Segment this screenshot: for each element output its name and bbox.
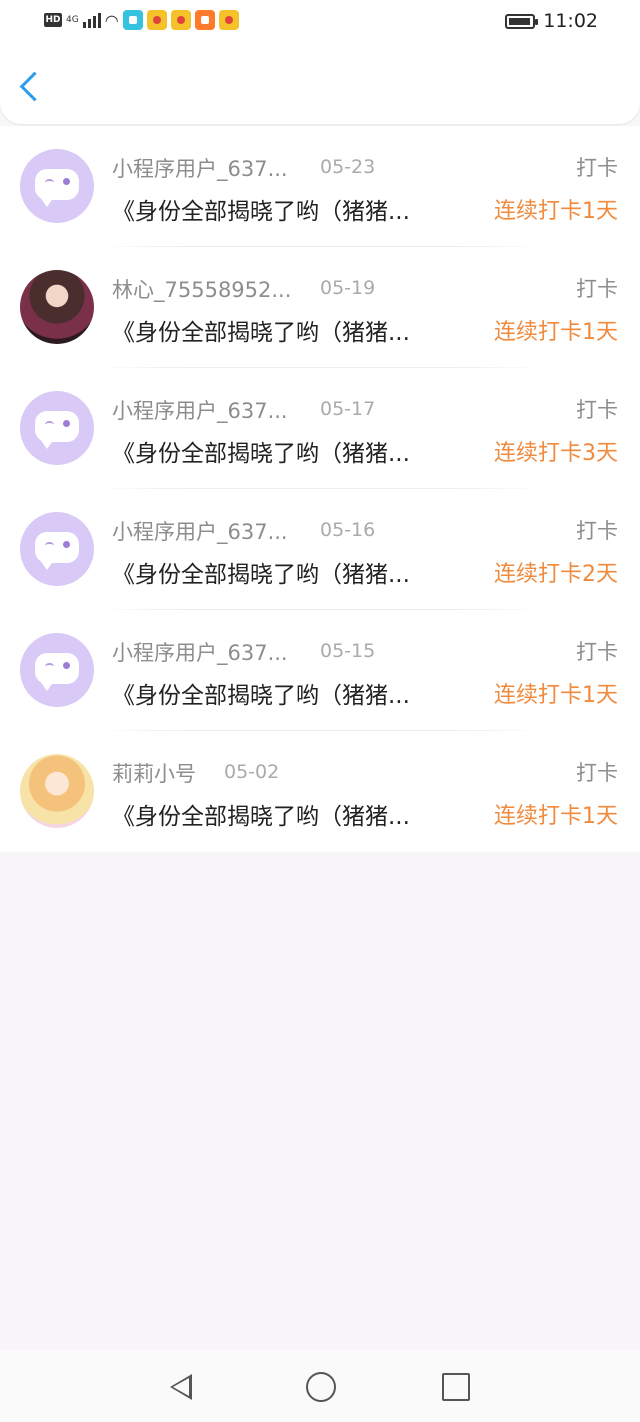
chat-bubble-avatar	[20, 391, 94, 465]
weibo-app-icon	[146, 10, 167, 30]
user-name: 林心_75558952...	[112, 278, 292, 302]
chat-bubble-avatar	[20, 633, 94, 707]
recents-square-icon[interactable]	[442, 1373, 470, 1401]
video-app-icon	[194, 10, 215, 30]
streak-label: 连续打卡2天	[494, 562, 618, 587]
post-title: 《身份全部揭晓了哟（猪猪...	[112, 804, 410, 830]
post-date: 05-15	[320, 640, 376, 662]
network-type: 4G	[66, 15, 79, 25]
status-icons-right: 11:02	[505, 10, 598, 32]
weibo-app-icon-2	[170, 10, 191, 30]
streak-label: 连续打卡1天	[494, 683, 618, 708]
list-item[interactable]: 小程序用户_637... 05-23 打卡 《身份全部揭晓了哟（猪猪... 连续…	[0, 126, 640, 247]
streak-label: 连续打卡1天	[494, 199, 618, 224]
status-icons-left: HD 4G ◠	[44, 10, 239, 30]
status-bar: HD 4G ◠ 11:02	[0, 0, 640, 44]
list-item[interactable]: 小程序用户_637... 05-15 打卡 《身份全部揭晓了哟（猪猪... 连续…	[0, 610, 640, 731]
checkin-list: 小程序用户_637... 05-23 打卡 《身份全部揭晓了哟（猪猪... 连续…	[0, 126, 640, 852]
user-name: 小程序用户_637...	[112, 520, 288, 544]
user-name: 小程序用户_637...	[112, 157, 288, 181]
chat-bubble-avatar	[20, 149, 94, 223]
post-date: 05-19	[320, 277, 376, 299]
chevron-left-icon[interactable]	[19, 71, 50, 102]
battery-icon	[505, 13, 539, 29]
anime-girl-avatar	[20, 754, 94, 828]
wifi-icon: ◠	[104, 10, 119, 30]
list-item[interactable]: 林心_75558952... 05-19 打卡 《身份全部揭晓了哟（猪猪... …	[0, 247, 640, 368]
streak-label: 连续打卡1天	[494, 804, 618, 829]
user-name: 小程序用户_637...	[112, 641, 288, 665]
post-date: 05-16	[320, 519, 376, 541]
post-title: 《身份全部揭晓了哟（猪猪...	[112, 683, 410, 709]
post-title: 《身份全部揭晓了哟（猪猪...	[112, 562, 410, 588]
chat-bubble-avatar	[20, 512, 94, 586]
list-item[interactable]: 小程序用户_637... 05-16 打卡 《身份全部揭晓了哟（猪猪... 连续…	[0, 489, 640, 610]
home-circle-icon[interactable]	[306, 1372, 336, 1402]
list-item[interactable]: 莉莉小号 05-02 打卡 《身份全部揭晓了哟（猪猪... 连续打卡1天	[0, 731, 640, 852]
type-tag: 打卡	[576, 156, 618, 180]
post-date: 05-23	[320, 156, 376, 178]
post-title: 《身份全部揭晓了哟（猪猪...	[112, 441, 410, 467]
streak-label: 连续打卡1天	[494, 320, 618, 345]
post-title: 《身份全部揭晓了哟（猪猪...	[112, 199, 410, 225]
list-item[interactable]: 小程序用户_637... 05-17 打卡 《身份全部揭晓了哟（猪猪... 连续…	[0, 368, 640, 489]
streak-label: 连续打卡3天	[494, 441, 618, 466]
weibo-app-icon-3	[218, 10, 239, 30]
back-triangle-icon[interactable]	[170, 1374, 192, 1400]
header-bar	[0, 44, 640, 124]
post-date: 05-17	[320, 398, 376, 420]
user-name: 莉莉小号	[112, 762, 196, 786]
type-tag: 打卡	[576, 519, 618, 543]
hd-badge: HD	[44, 13, 62, 27]
user-name: 小程序用户_637...	[112, 399, 288, 423]
type-tag: 打卡	[576, 398, 618, 422]
anime-girl-avatar	[20, 270, 94, 344]
signal-icon	[82, 12, 101, 28]
system-nav-bar	[0, 1350, 640, 1422]
type-tag: 打卡	[576, 277, 618, 301]
type-tag: 打卡	[576, 640, 618, 664]
reader-app-icon	[122, 10, 143, 30]
post-date: 05-02	[224, 761, 280, 783]
type-tag: 打卡	[576, 761, 618, 785]
post-title: 《身份全部揭晓了哟（猪猪...	[112, 320, 410, 346]
clock: 11:02	[543, 10, 598, 32]
